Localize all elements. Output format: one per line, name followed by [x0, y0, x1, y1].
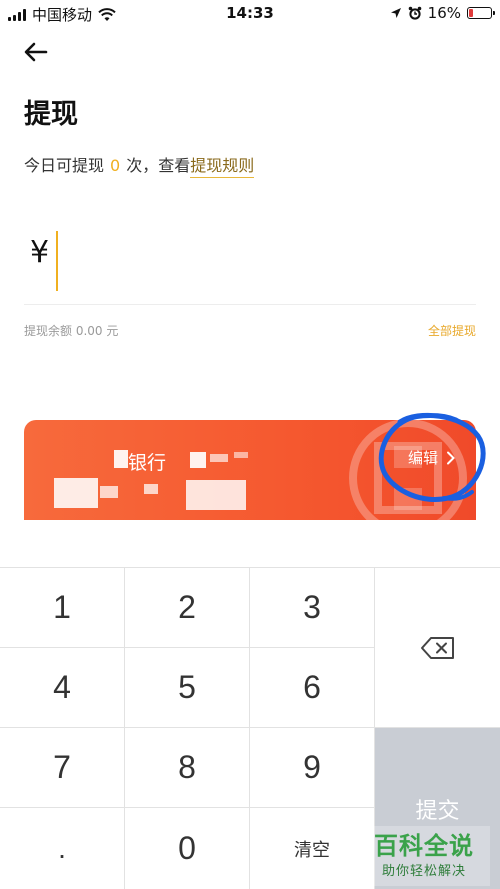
clear-button[interactable]: 清空 [250, 808, 374, 889]
bank-card[interactable]: 银行 编辑 [24, 420, 476, 520]
edit-label: 编辑 [408, 449, 439, 467]
key-8[interactable]: 8 [125, 728, 249, 807]
key-dot[interactable]: . [0, 808, 124, 889]
key-5[interactable]: 5 [125, 648, 249, 727]
currency-symbol: ¥ [30, 235, 50, 270]
chevron-right-icon [447, 451, 455, 464]
redacted-block [186, 480, 246, 510]
backspace-button[interactable] [375, 568, 500, 727]
location-arrow-icon [390, 8, 401, 18]
key-0[interactable]: 0 [125, 808, 249, 889]
withdraw-limit-text: 今日可提现 0 次，查看提现规则 [24, 152, 255, 178]
bank-logo-watermark [349, 420, 467, 520]
text-caret [56, 231, 58, 291]
redacted-block [234, 452, 248, 458]
redacted-block [190, 452, 206, 468]
amount-row: ¥ [24, 225, 476, 305]
status-right: 16% [390, 4, 495, 22]
redacted-block [54, 478, 98, 508]
battery-fill [469, 9, 473, 17]
key-3[interactable]: 3 [250, 568, 374, 647]
battery-icon [467, 7, 495, 19]
amount-input[interactable] [56, 231, 356, 291]
redacted-block [210, 454, 228, 462]
key-6[interactable]: 6 [250, 648, 374, 727]
withdraw-count: 0 [110, 156, 121, 175]
backspace-icon [420, 636, 454, 659]
status-bar: 中国移动 14:33 16% [0, 0, 500, 26]
watermark-slogan: 助你轻松解决 [382, 864, 467, 879]
redacted-block [144, 484, 158, 494]
alarm-icon [408, 6, 421, 20]
redacted-block [100, 486, 118, 498]
page-title: 提现 [24, 99, 78, 130]
edit-card-button[interactable]: 编辑 [408, 447, 456, 468]
key-9[interactable]: 9 [250, 728, 374, 807]
key-1[interactable]: 1 [0, 568, 124, 647]
battery-percent: 16% [427, 4, 461, 22]
subtitle-suffix: 次，查看 [126, 156, 191, 175]
watermark-title: 百科全说 [374, 832, 474, 860]
site-watermark: 百科全说 助你轻松解决 [372, 826, 492, 886]
key-4[interactable]: 4 [0, 648, 124, 727]
bank-name: 银行 [128, 452, 167, 474]
key-2[interactable]: 2 [125, 568, 249, 647]
key-7[interactable]: 7 [0, 728, 124, 807]
available-balance: 提现余额 0.00 元 [24, 324, 119, 338]
back-arrow-icon[interactable] [22, 40, 50, 64]
subtitle-prefix: 今日可提现 [24, 156, 105, 175]
redacted-block [114, 450, 128, 468]
withdraw-all-link[interactable]: 全部提现 [428, 322, 476, 339]
withdraw-rules-link[interactable]: 提现规则 [190, 156, 255, 178]
